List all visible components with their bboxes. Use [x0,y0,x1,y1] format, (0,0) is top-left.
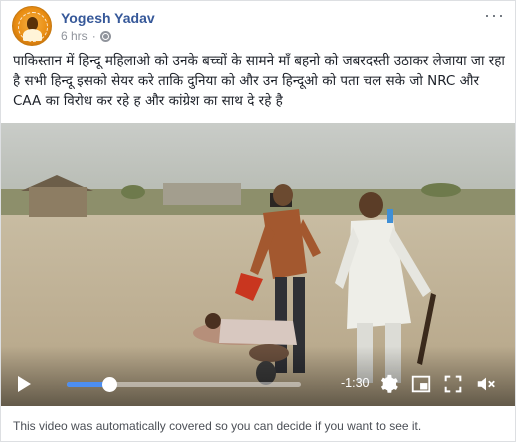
distant-person [387,209,393,223]
author-name[interactable]: Yogesh Yadav [61,10,155,26]
volume-muted-icon[interactable] [475,373,497,395]
progress-track[interactable] [67,377,301,392]
time-remaining: -1:30 [341,376,370,390]
post-card: Yogesh Yadav 6 hrs · ··· पाकिस्तान में ह… [0,0,516,442]
more-options-button[interactable]: ··· [484,5,505,26]
picture-in-picture-icon[interactable] [410,373,432,395]
avatar-body [23,29,42,41]
video-player[interactable]: -1:30 [1,123,515,406]
post-text: पाकिस्तान में हिन्दू महिलाओ को उनके बच्च… [13,53,505,109]
post-meta: 6 hrs · [61,29,111,43]
video-cover-notice: This video was automatically covered so … [13,419,422,433]
play-icon[interactable] [18,376,31,392]
post-time[interactable]: 6 hrs [61,29,88,43]
video-controls: -1:30 [1,370,515,400]
globe-icon[interactable] [99,30,111,42]
gear-icon[interactable] [377,373,399,395]
progress-handle[interactable] [102,377,118,392]
author-avatar[interactable] [12,6,52,46]
meta-separator: · [91,29,96,43]
fullscreen-icon[interactable] [442,373,464,395]
